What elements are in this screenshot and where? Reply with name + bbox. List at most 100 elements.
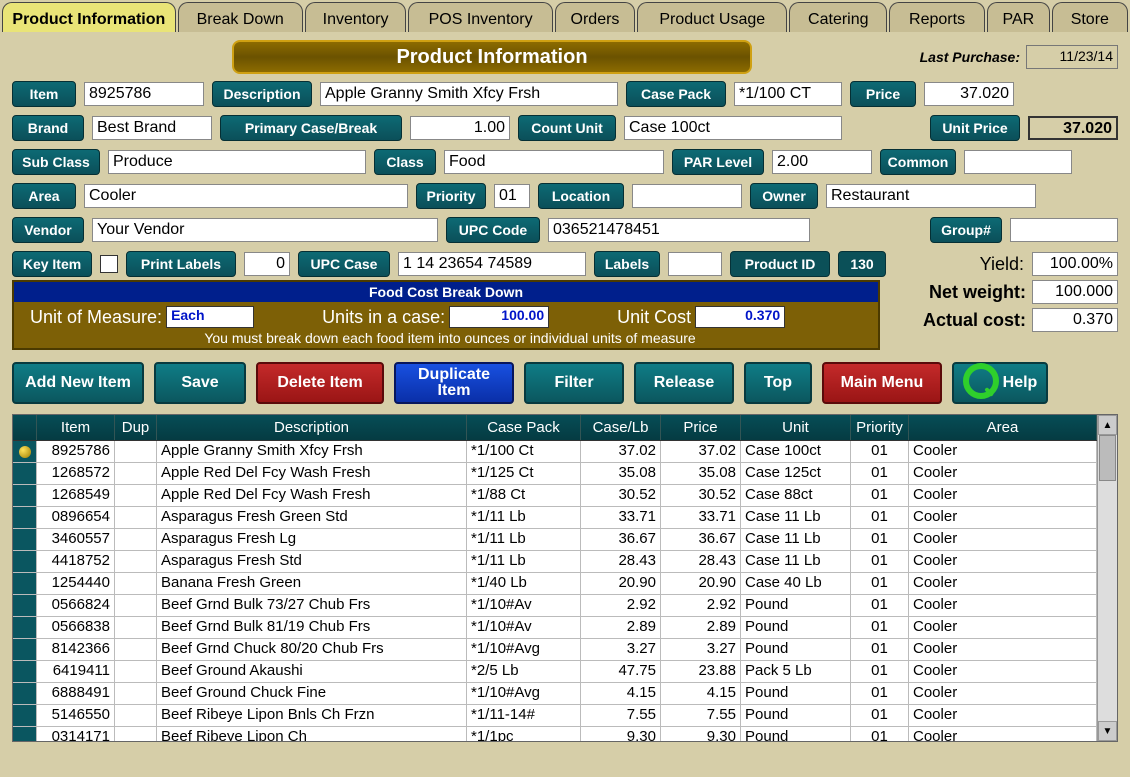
table-row[interactable]: 5146550Beef Ribeye Lipon Bnls Ch Frzn*1/…	[13, 705, 1097, 727]
labels-field[interactable]	[668, 252, 722, 276]
par-level-button[interactable]: PAR Level	[672, 149, 764, 175]
uom-field[interactable]: Each	[166, 306, 254, 328]
print-labels-button[interactable]: Print Labels	[126, 251, 236, 277]
unit-price-field: 37.020	[1028, 116, 1118, 140]
upc-code-button[interactable]: UPC Code	[446, 217, 540, 243]
price-field[interactable]: 37.020	[924, 82, 1014, 106]
key-item-checkbox[interactable]	[100, 255, 118, 273]
brand-field[interactable]: Best Brand	[92, 116, 212, 140]
table-row[interactable]: 1268572Apple Red Del Fcy Wash Fresh*1/12…	[13, 463, 1097, 485]
owner-field[interactable]: Restaurant	[826, 184, 1036, 208]
breakdown-title: Food Cost Break Down	[14, 282, 878, 302]
owner-button[interactable]: Owner	[750, 183, 818, 209]
table-row[interactable]: 3460557Asparagus Fresh Lg*1/11 Lb36.6736…	[13, 529, 1097, 551]
filter-button[interactable]: Filter	[524, 362, 624, 404]
common-field[interactable]	[964, 150, 1072, 174]
count-unit-field[interactable]: Case 100ct	[624, 116, 842, 140]
unit-price-button[interactable]: Unit Price	[930, 115, 1020, 141]
primary-case-break-button[interactable]: Primary Case/Break	[220, 115, 402, 141]
product-id-label: Product ID	[730, 251, 830, 277]
duplicate-item-button[interactable]: DuplicateItem	[394, 362, 514, 404]
item-button[interactable]: Item	[12, 81, 76, 107]
scroll-thumb[interactable]	[1099, 435, 1116, 481]
table-row[interactable]: 0896654Asparagus Fresh Green Std*1/11 Lb…	[13, 507, 1097, 529]
labels-button[interactable]: Labels	[594, 251, 660, 277]
price-button[interactable]: Price	[850, 81, 916, 107]
description-field[interactable]: Apple Granny Smith Xfcy Frsh	[320, 82, 618, 106]
upc-code-field[interactable]: 036521478451	[548, 218, 810, 242]
release-button[interactable]: Release	[634, 362, 734, 404]
table-row[interactable]: 6888491Beef Ground Chuck Fine*1/10#Avg4.…	[13, 683, 1097, 705]
row-marker-icon	[19, 446, 31, 458]
count-unit-button[interactable]: Count Unit	[518, 115, 616, 141]
brand-button[interactable]: Brand	[12, 115, 84, 141]
casepack-field[interactable]: *1/100 CT	[734, 82, 842, 106]
table-row[interactable]: 0566838Beef Grnd Bulk 81/19 Chub Frs*1/1…	[13, 617, 1097, 639]
table-row[interactable]: 6419411Beef Ground Akaushi*2/5 Lb47.7523…	[13, 661, 1097, 683]
table-row[interactable]: 4418752Asparagus Fresh Std*1/11 Lb28.432…	[13, 551, 1097, 573]
unitsincase-label: Units in a case:	[322, 307, 445, 328]
vendor-button[interactable]: Vendor	[12, 217, 84, 243]
yield-label: Yield:	[980, 254, 1024, 275]
tab-product-information[interactable]: Product Information	[2, 2, 176, 32]
key-item-button[interactable]: Key Item	[12, 251, 92, 277]
area-field[interactable]: Cooler	[84, 184, 408, 208]
tab-inventory[interactable]: Inventory	[305, 2, 407, 32]
unitcost-label: Unit Cost	[617, 307, 691, 328]
help-icon	[963, 363, 999, 404]
description-button[interactable]: Description	[212, 81, 312, 107]
table-row[interactable]: 8142366Beef Grnd Chuck 80/20 Chub Frs*1/…	[13, 639, 1097, 661]
table-row[interactable]: 1254440Banana Fresh Green*1/40 Lb20.9020…	[13, 573, 1097, 595]
casepack-button[interactable]: Case Pack	[626, 81, 726, 107]
location-field[interactable]	[632, 184, 742, 208]
delete-item-button[interactable]: Delete Item	[256, 362, 384, 404]
par-level-field[interactable]: 2.00	[772, 150, 872, 174]
class-button[interactable]: Class	[374, 149, 436, 175]
table-row[interactable]: 8925786Apple Granny Smith Xfcy Frsh*1/10…	[13, 441, 1097, 463]
priority-button[interactable]: Priority	[416, 183, 486, 209]
upc-case-button[interactable]: UPC Case	[298, 251, 390, 277]
class-field[interactable]: Food	[444, 150, 664, 174]
unitsincase-field[interactable]: 100.00	[449, 306, 549, 328]
scroll-down-icon[interactable]: ▼	[1098, 721, 1117, 741]
tab-catering[interactable]: Catering	[789, 2, 887, 32]
netweight-field[interactable]: 100.000	[1032, 280, 1118, 304]
location-button[interactable]: Location	[538, 183, 624, 209]
group-button[interactable]: Group#	[930, 217, 1002, 243]
tab-reports[interactable]: Reports	[889, 2, 985, 32]
item-field[interactable]: 8925786	[84, 82, 204, 106]
actualcost-label: Actual cost:	[923, 310, 1026, 331]
tab-pos-inventory[interactable]: POS Inventory	[408, 2, 553, 32]
food-cost-breakdown-box: Food Cost Break Down Unit of Measure: Ea…	[12, 280, 880, 350]
save-button[interactable]: Save	[154, 362, 246, 404]
primary-case-break-field[interactable]: 1.00	[410, 116, 510, 140]
main-menu-button[interactable]: Main Menu	[822, 362, 942, 404]
product-grid: Item Dup Description Case Pack Case/Lb P…	[12, 414, 1118, 742]
area-button[interactable]: Area	[12, 183, 76, 209]
yield-field[interactable]: 100.00%	[1032, 252, 1118, 276]
add-new-item-button[interactable]: Add New Item	[12, 362, 144, 404]
tab-break-down[interactable]: Break Down	[178, 2, 303, 32]
tab-product-usage[interactable]: Product Usage	[637, 2, 787, 32]
table-row[interactable]: 0314171Beef Ribeye Lipon Ch*1/1pc9.309.3…	[13, 727, 1097, 741]
common-button[interactable]: Common	[880, 149, 956, 175]
table-row[interactable]: 1268549Apple Red Del Fcy Wash Fresh*1/88…	[13, 485, 1097, 507]
upc-case-field[interactable]: 1 14 23654 74589	[398, 252, 586, 276]
actualcost-field[interactable]: 0.370	[1032, 308, 1118, 332]
tab-store[interactable]: Store	[1052, 2, 1128, 32]
top-button[interactable]: Top	[744, 362, 812, 404]
grid-scrollbar[interactable]: ▲ ▼	[1097, 415, 1117, 741]
priority-field[interactable]: 01	[494, 184, 530, 208]
vendor-field[interactable]: Your Vendor	[92, 218, 438, 242]
unitcost-field[interactable]: 0.370	[695, 306, 785, 328]
table-row[interactable]: 0566824Beef Grnd Bulk 73/27 Chub Frs*1/1…	[13, 595, 1097, 617]
last-purchase-label: Last Purchase:	[920, 49, 1020, 65]
group-field[interactable]	[1010, 218, 1118, 242]
print-labels-field[interactable]: 0	[244, 252, 290, 276]
help-button[interactable]: Help	[952, 362, 1048, 404]
tab-par[interactable]: PAR	[987, 2, 1050, 32]
subclass-button[interactable]: Sub Class	[12, 149, 100, 175]
scroll-up-icon[interactable]: ▲	[1098, 415, 1117, 435]
tab-orders[interactable]: Orders	[555, 2, 635, 32]
subclass-field[interactable]: Produce	[108, 150, 366, 174]
